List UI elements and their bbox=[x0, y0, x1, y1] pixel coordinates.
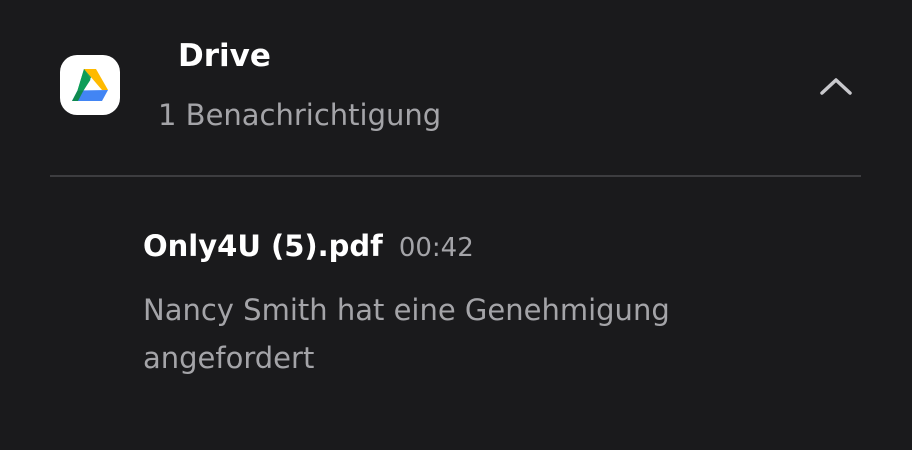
google-drive-icon bbox=[60, 55, 120, 115]
notification-panel: Drive 1 Benachrichtigung Only4U (5).pdf … bbox=[0, 0, 912, 450]
app-name: Drive bbox=[178, 38, 271, 74]
notification-time: 00:42 bbox=[398, 233, 474, 263]
collapse-button[interactable] bbox=[808, 62, 864, 110]
notification-count: 1 Benachrichtigung bbox=[158, 98, 442, 132]
notification-message: Nancy Smith hat eine Genehmigung angefor… bbox=[143, 293, 670, 375]
chevron-up-icon bbox=[820, 78, 852, 95]
notification-title: Only4U (5).pdf bbox=[143, 229, 383, 263]
divider bbox=[50, 175, 861, 177]
notification-title-row: Only4U (5).pdf 00:42 bbox=[143, 222, 843, 272]
notification-item[interactable]: Only4U (5).pdf 00:42 Nancy Smith hat ein… bbox=[143, 222, 843, 382]
google-drive-logo bbox=[72, 69, 108, 101]
